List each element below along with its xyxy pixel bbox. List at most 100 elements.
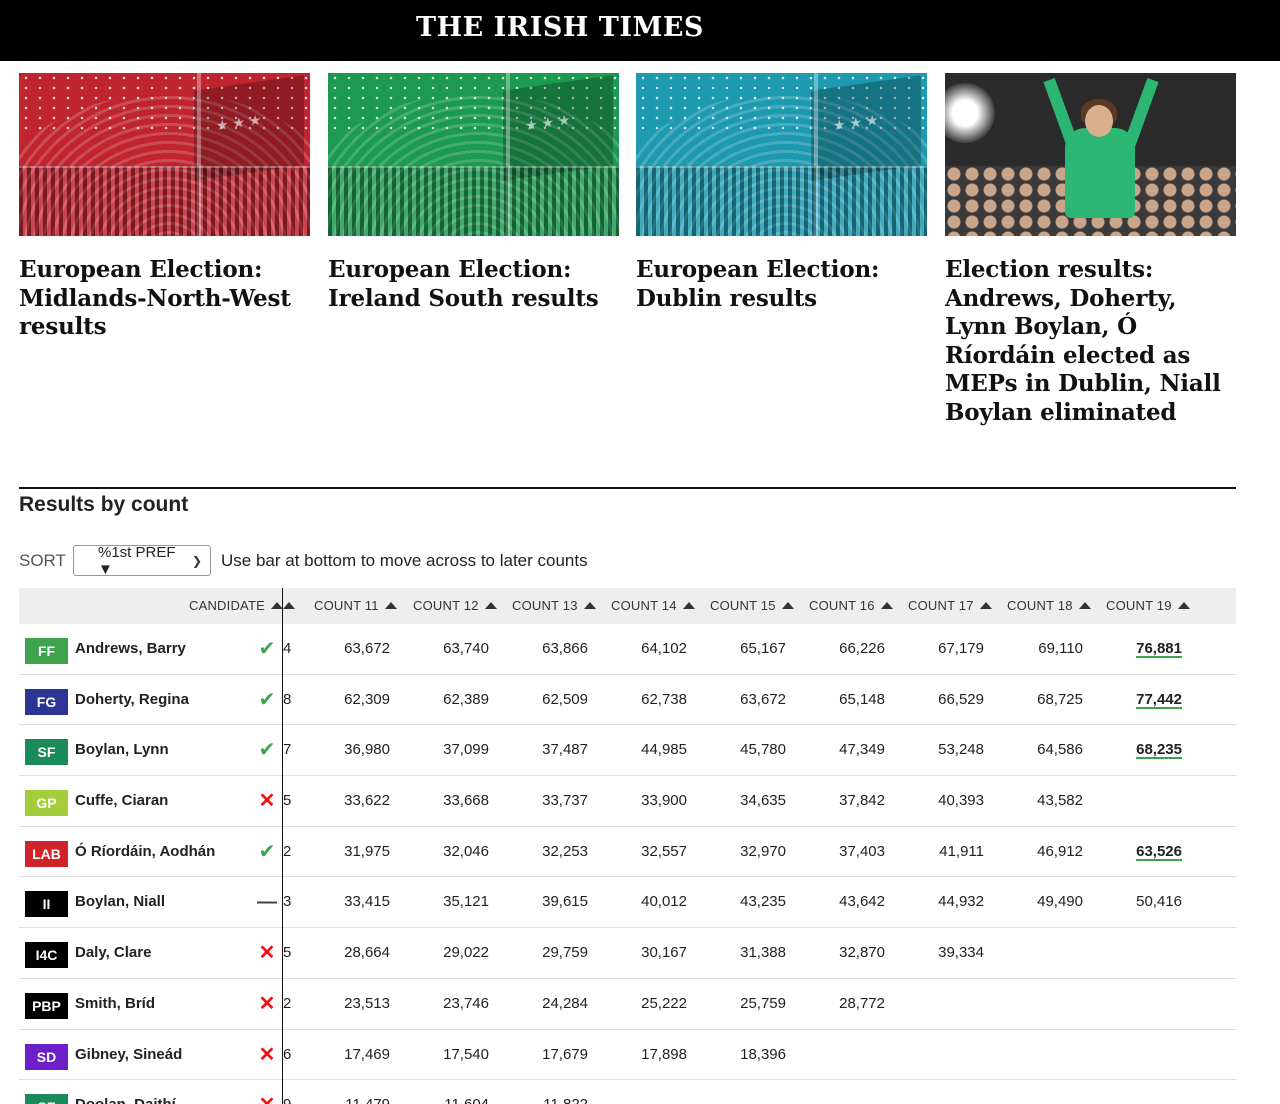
candidate-name[interactable]: Gibney, Sineád (75, 1046, 182, 1063)
seats-decoration (636, 166, 927, 236)
count-value: 31,975 (344, 842, 390, 860)
masthead: THE IRISH TIMES (0, 0, 1280, 61)
count-value: 68,725 (1037, 690, 1083, 708)
sort-select[interactable]: %1st PREF ▼ ❯ (73, 544, 211, 578)
column-header-count[interactable]: COUNT 19 (1106, 588, 1190, 624)
party-badge: SF (25, 1094, 68, 1104)
article-headline[interactable]: Election results: Andrews, Doherty, Lynn… (945, 256, 1236, 428)
count-value: 62,309 (344, 690, 390, 708)
person-decoration (1065, 128, 1135, 218)
clipped-count-value: 3 (283, 893, 292, 911)
count-value: 40,012 (641, 893, 687, 911)
table-row[interactable]: II Boylan, Niall — 3 33,415 35,121 39,615 40,01… (19, 877, 1236, 929)
table-row[interactable]: SF Boylan, Lynn ✔ 7 36,980 37,099 37,487 44,985… (19, 725, 1236, 777)
sort-up-icon[interactable] (277, 588, 295, 624)
count-value: 41,911 (939, 842, 984, 860)
table-row[interactable]: SF Doolan, Daithí ✕ 9 11,479 11,604 11,822 (19, 1080, 1236, 1104)
party-badge: FF (25, 638, 68, 664)
candidate-name[interactable]: Ó Ríordáin, Aodhán (75, 843, 215, 860)
candidate-name[interactable]: Andrews, Barry (75, 640, 186, 657)
article-thumbnail[interactable] (19, 73, 310, 236)
article-thumbnail[interactable] (636, 73, 927, 236)
count-value: 64,586 (1037, 741, 1083, 759)
candidate-name[interactable]: Boylan, Lynn (75, 741, 169, 758)
count-value: 25,222 (641, 994, 687, 1012)
table-row[interactable]: GP Cuffe, Ciaran ✕ 5 33,622 33,668 33,737 33,90… (19, 776, 1236, 827)
column-header-count[interactable]: COUNT 17 (908, 588, 992, 624)
count-value: 49,490 (1037, 893, 1083, 911)
candidate-name[interactable]: Boylan, Niall (75, 893, 165, 910)
column-header-count[interactable]: COUNT 12 (413, 588, 497, 624)
table-row[interactable]: I4C Daly, Clare ✕ 5 28,664 29,022 29,759 30,167… (19, 928, 1236, 979)
candidate-name[interactable]: Cuffe, Ciaran (75, 792, 168, 809)
article-thumbnail[interactable] (328, 73, 619, 236)
count-value: 37,487 (542, 741, 588, 759)
sort-up-icon (979, 602, 992, 609)
candidate-name[interactable]: Doherty, Regina (75, 691, 189, 708)
article-headline[interactable]: European Election: Ireland South results (328, 256, 619, 313)
party-badge: GP (25, 790, 68, 817)
clipped-count-value: 5 (283, 792, 292, 810)
candidate-name[interactable]: Smith, Bríd (75, 995, 155, 1012)
sort-up-icon (1177, 602, 1190, 609)
table-row[interactable]: SD Gibney, Sineád ✕ 6 17,469 17,540 17,679 17,8… (19, 1030, 1236, 1081)
column-header-count[interactable]: COUNT 16 (809, 588, 893, 624)
article-card[interactable]: European Election: Dublin results (636, 73, 927, 313)
column-header-count[interactable]: COUNT 15 (710, 588, 794, 624)
sort-up-icon (880, 602, 893, 609)
seats-decoration (19, 166, 310, 236)
count-value: 65,167 (740, 640, 786, 657)
count-value: 33,415 (344, 893, 390, 911)
cross-icon: ✕ (258, 1043, 276, 1066)
count-value: 11,822 (518, 1096, 588, 1104)
article-thumbnail[interactable] (945, 73, 1236, 236)
party-badge: SD (25, 1043, 68, 1070)
frozen-column-divider (282, 588, 283, 1104)
count-value: 40,393 (938, 792, 984, 810)
sort-up-icon (484, 602, 497, 609)
count-value: 31,388 (740, 944, 786, 962)
count-value: 32,970 (740, 842, 786, 860)
column-header-count[interactable]: COUNT 11 (314, 588, 397, 624)
sort-up-icon (1078, 602, 1091, 609)
candidate-name[interactable]: Doolan, Daithí (75, 1096, 176, 1104)
column-header-count[interactable]: COUNT 13 (512, 588, 596, 624)
column-header-candidate[interactable]: CANDIDATE (189, 588, 283, 624)
count-value: 63,740 (443, 640, 489, 657)
clipped-count-value: 7 (283, 741, 292, 759)
column-header-count[interactable]: COUNT 18 (1007, 588, 1091, 624)
article-card[interactable]: European Election: Midlands-North-West r… (19, 73, 310, 342)
column-header-label: COUNT 12 (413, 598, 479, 613)
count-value: 43,582 (1037, 792, 1083, 810)
count-value: 76,881 (1136, 640, 1182, 657)
seats-decoration (328, 166, 619, 236)
article-card[interactable]: Election results: Andrews, Doherty, Lynn… (945, 73, 1236, 428)
table-row[interactable]: FG Doherty, Regina ✔ 8 62,309 62,389 62,509 62,… (19, 675, 1236, 726)
count-value: 46,912 (1037, 842, 1083, 860)
article-headline[interactable]: European Election: Dublin results (636, 256, 927, 313)
count-value: 28,772 (839, 994, 885, 1012)
eu-flag-decoration (811, 75, 921, 181)
party-badge: PBP (25, 992, 68, 1019)
count-value: 18,396 (740, 1045, 786, 1063)
count-value: 44,932 (938, 893, 984, 911)
check-icon: ✔ (258, 688, 276, 711)
candidate-name[interactable]: Daly, Clare (75, 944, 151, 961)
count-value: 47,349 (839, 741, 885, 759)
table-row[interactable]: FF Andrews, Barry ✔ 4 63,672 63,740 63,866 64,1… (19, 624, 1236, 675)
section-divider (19, 487, 1236, 489)
article-headline[interactable]: European Election: Midlands-North-West r… (19, 256, 310, 342)
clipped-count-value: 2 (283, 842, 292, 860)
table-row[interactable]: PBP Smith, Bríd ✕ 2 23,513 23,746 24,284 25,222… (19, 979, 1236, 1030)
eu-flag-decoration (194, 75, 304, 181)
count-value: 17,540 (443, 1045, 489, 1063)
count-value: 39,615 (542, 893, 588, 911)
site-logo[interactable]: THE IRISH TIMES (0, 12, 1120, 43)
column-header-label: COUNT 18 (1007, 598, 1073, 613)
table-row[interactable]: LAB Ó Ríordáin, Aodhán ✔ 2 31,975 32,046 32,25… (19, 827, 1236, 878)
count-value: 17,469 (344, 1045, 390, 1063)
article-card[interactable]: European Election: Ireland South results (328, 73, 619, 313)
dash-icon: — (257, 891, 277, 914)
column-header-label: COUNT 14 (611, 598, 677, 613)
column-header-count[interactable]: COUNT 14 (611, 588, 695, 624)
